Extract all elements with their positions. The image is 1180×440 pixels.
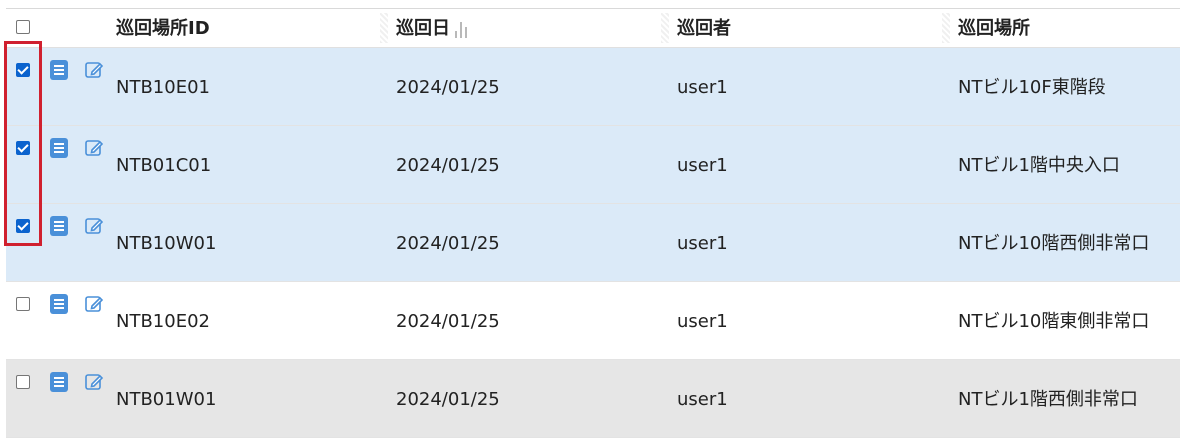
- column-header-place[interactable]: 巡回場所: [958, 19, 1030, 39]
- cell-place: NTビル10階東側非常口: [958, 311, 1150, 332]
- document-icon[interactable]: [50, 60, 68, 84]
- cell-id: NTB01C01: [116, 155, 212, 176]
- cell-id: NTB10W01: [116, 233, 217, 254]
- table-header: 巡回場所ID 巡回日 巡回者 巡回場所: [6, 9, 1180, 48]
- row-checkbox[interactable]: [16, 374, 30, 393]
- cell-date: 2024/01/25: [396, 389, 500, 410]
- select-all-checkbox[interactable]: [16, 19, 30, 38]
- cell-date: 2024/01/25: [396, 233, 500, 254]
- cell-place: NTビル1階中央入口: [958, 155, 1120, 176]
- document-icon[interactable]: [50, 138, 68, 162]
- cell-user: user1: [677, 233, 728, 254]
- column-header-id[interactable]: 巡回場所ID: [116, 19, 210, 39]
- edit-icon[interactable]: [84, 138, 104, 162]
- edit-icon[interactable]: [84, 60, 104, 84]
- column-header-user[interactable]: 巡回者: [677, 19, 731, 39]
- document-icon[interactable]: [50, 216, 68, 240]
- table-row[interactable]: NTB01W01 2024/01/25 user1 NTビル1階西側非常口: [6, 360, 1180, 438]
- edit-icon[interactable]: [84, 372, 104, 396]
- edit-icon[interactable]: [84, 294, 104, 318]
- cell-place: NTビル10F東階段: [958, 77, 1106, 98]
- cell-user: user1: [677, 155, 728, 176]
- table-row[interactable]: NTB01C01 2024/01/25 user1 NTビル1階中央入口: [6, 126, 1180, 204]
- column-resize-handle[interactable]: [942, 13, 950, 43]
- cell-date: 2024/01/25: [396, 155, 500, 176]
- cell-user: user1: [677, 311, 728, 332]
- patrol-table: 巡回場所ID 巡回日 巡回者 巡回場所 NTB10E01 2024/01/25 us…: [6, 8, 1180, 438]
- cell-id: NTB01W01: [116, 389, 217, 410]
- row-checkbox[interactable]: [16, 296, 30, 315]
- edit-icon[interactable]: [84, 216, 104, 240]
- document-icon[interactable]: [50, 372, 68, 396]
- cell-date: 2024/01/25: [396, 77, 500, 98]
- cell-date: 2024/01/25: [396, 311, 500, 332]
- cell-place: NTビル10階西側非常口: [958, 233, 1150, 254]
- column-resize-handle[interactable]: [380, 13, 388, 43]
- column-header-date[interactable]: 巡回日: [396, 19, 468, 39]
- cell-place: NTビル1階西側非常口: [958, 389, 1138, 410]
- cell-user: user1: [677, 389, 728, 410]
- column-resize-handle[interactable]: [661, 13, 669, 43]
- cell-id: NTB10E01: [116, 77, 210, 98]
- table-row[interactable]: NTB10E01 2024/01/25 user1 NTビル10F東階段: [6, 48, 1180, 126]
- table-row[interactable]: NTB10E02 2024/01/25 user1 NTビル10階東側非常口: [6, 282, 1180, 360]
- selection-highlight-box: [4, 41, 42, 246]
- bar-chart-icon: [455, 22, 467, 38]
- cell-user: user1: [677, 77, 728, 98]
- column-header-date-label: 巡回日: [396, 18, 450, 39]
- cell-id: NTB10E02: [116, 311, 210, 332]
- table-row[interactable]: NTB10W01 2024/01/25 user1 NTビル10階西側非常口: [6, 204, 1180, 282]
- document-icon[interactable]: [50, 294, 68, 318]
